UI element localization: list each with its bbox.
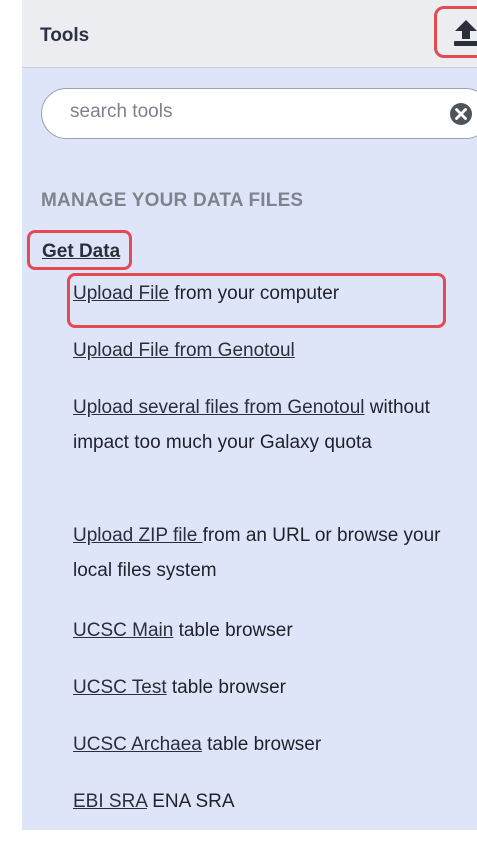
tool-link[interactable]: EBI SRA <box>73 791 147 812</box>
tool-item: EBI SRA ENA SRA <box>73 784 463 819</box>
tool-description: ENA SRA <box>146 791 235 812</box>
section-title: MANAGE YOUR DATA FILES <box>41 190 304 211</box>
upload-button[interactable] <box>434 6 477 58</box>
panel-title: Tools <box>40 25 90 46</box>
tool-link[interactable]: Upload File <box>73 283 169 304</box>
clear-circle-icon[interactable] <box>449 102 473 126</box>
tool-link[interactable]: Upload File from Genotoul <box>73 340 295 361</box>
tool-item: UCSC Main table browser <box>73 613 463 648</box>
tool-link[interactable]: UCSC Main <box>73 620 173 641</box>
tool-link[interactable]: UCSC Archaea <box>73 734 202 755</box>
tool-item: UCSC Test table browser <box>73 670 463 705</box>
tool-item: Upload File from your computer <box>73 276 463 311</box>
tool-panel-header: Tools <box>22 0 477 68</box>
tool-link[interactable]: UCSC Test <box>73 677 167 698</box>
search-box <box>41 88 477 139</box>
tool-link[interactable]: Upload ZIP file <box>73 525 203 546</box>
tool-item: Upload several files from Genotoul witho… <box>73 390 463 460</box>
category-get-data[interactable]: Get Data <box>27 230 133 270</box>
category-link[interactable]: Get Data <box>42 241 120 262</box>
tool-item: Upload File from Genotoul <box>73 333 463 368</box>
tool-link[interactable]: Upload several files from Genotoul <box>73 397 364 418</box>
tool-description: from your computer <box>169 283 340 304</box>
upload-icon <box>454 20 477 46</box>
search-input[interactable] <box>70 101 410 123</box>
tool-description: table browser <box>166 677 286 698</box>
tool-description: table browser <box>201 734 322 755</box>
tool-item: Upload ZIP file from an URL or browse yo… <box>73 518 443 588</box>
tool-panel: Tools MANAGE YOUR DATA FILES Get Data Up… <box>22 0 477 830</box>
tool-item: UCSC Archaea table browser <box>73 727 463 762</box>
tool-description: table browser <box>173 620 293 641</box>
